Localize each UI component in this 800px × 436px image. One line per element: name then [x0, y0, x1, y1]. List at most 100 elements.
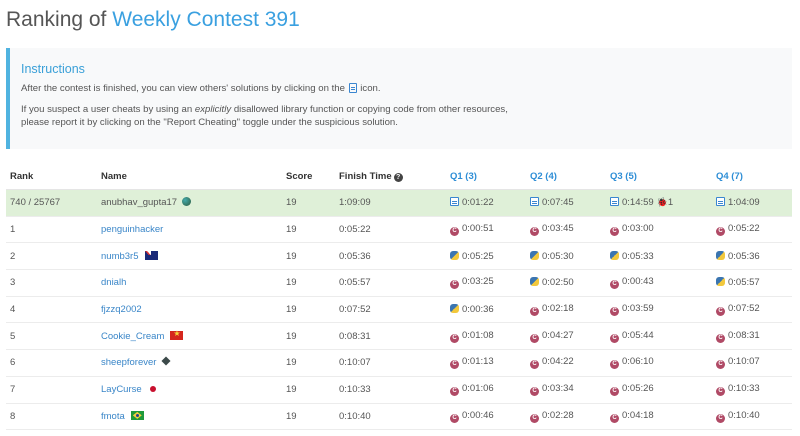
question-cell: 0:05:25	[446, 242, 526, 271]
submission-time: 0:03:00	[622, 223, 654, 235]
python-icon[interactable]	[530, 250, 539, 260]
solution-doc-icon[interactable]	[530, 197, 539, 207]
cpp-icon[interactable]: C	[716, 307, 725, 317]
instructions-line2-after: disallowed library function or copying c…	[233, 104, 508, 115]
question-cell: 0:07:45	[526, 189, 606, 217]
cpp-icon[interactable]: C	[530, 413, 539, 423]
submission-time: 0:04:18	[622, 409, 654, 421]
score-cell: 19	[282, 322, 335, 351]
python-icon[interactable]	[610, 250, 619, 260]
cpp-icon[interactable]: C	[530, 333, 539, 343]
question-cell: 0:01:22	[446, 189, 526, 217]
cpp-icon[interactable]: C	[530, 227, 539, 237]
submission-time: 0:01:13	[462, 356, 494, 368]
solution-doc-icon[interactable]	[716, 197, 725, 207]
submission-time: 0:03:59	[622, 303, 654, 315]
name-cell: numb3r5	[97, 242, 282, 271]
question-cell: C 0:08:31	[712, 322, 792, 351]
python-icon[interactable]	[450, 250, 459, 260]
table-header-row: Rank Name Score Finish Time? Q1 (3) Q2 (…	[6, 163, 792, 190]
contest-name-link[interactable]: Weekly Contest 391	[112, 8, 300, 31]
cpp-icon[interactable]: C	[610, 280, 619, 290]
cpp-icon[interactable]: C	[450, 387, 459, 397]
cpp-icon[interactable]: C	[610, 413, 619, 423]
question-cell: C 0:00:51	[446, 216, 526, 244]
finish-time-cell: 0:07:52	[335, 296, 446, 324]
cpp-icon[interactable]: C	[530, 307, 539, 317]
user-name-link[interactable]: penguinhacker	[101, 224, 163, 235]
cpp-icon[interactable]: C	[610, 387, 619, 397]
cpp-icon[interactable]: C	[450, 360, 459, 370]
submission-time: 0:01:06	[462, 383, 494, 395]
instructions-heading: Instructions	[21, 62, 85, 76]
user-name-link[interactable]: LayCurse	[101, 384, 142, 395]
header-q1-link[interactable]: Q1 (3)	[446, 163, 526, 190]
submission-time: 0:08:31	[728, 329, 760, 341]
name-cell: sheepforever	[97, 349, 282, 377]
question-cell: C 0:10:33	[712, 376, 792, 404]
submission-time: 0:07:45	[542, 197, 574, 209]
cpp-icon[interactable]: C	[450, 333, 459, 343]
user-name-link[interactable]: Cookie_Cream	[101, 331, 164, 342]
question-cell: 1:04:09	[712, 189, 792, 217]
header-q4-link[interactable]: Q4 (7)	[712, 163, 792, 190]
header-finish-time: Finish Time?	[335, 163, 446, 190]
user-name-link[interactable]: anubhav_gupta17	[101, 197, 177, 208]
table-row: 1 penguinhacker 19 0:05:22 C 0:00:51 C 0:03:45 C…	[6, 216, 792, 244]
cpp-icon[interactable]: C	[450, 413, 459, 423]
user-name-link[interactable]: fmota	[101, 411, 125, 422]
score-cell: 19	[282, 376, 335, 404]
question-cell: 0:00:36	[446, 296, 526, 324]
instructions-line2-em: explicitly	[194, 104, 232, 115]
header-q2-link[interactable]: Q2 (4)	[526, 163, 606, 190]
submission-time: 0:10:33	[728, 383, 760, 395]
submission-time: 0:05:33	[622, 250, 654, 262]
python-icon[interactable]	[716, 277, 725, 287]
question-circle-icon[interactable]: ?	[393, 172, 403, 182]
finish-time-cell: 0:10:40	[335, 403, 446, 431]
question-cell: C 0:05:44	[606, 322, 712, 351]
solution-doc-icon[interactable]	[610, 197, 619, 207]
score-cell: 19	[282, 242, 335, 271]
cpp-icon[interactable]: C	[610, 227, 619, 237]
report-count: 1	[667, 197, 674, 209]
submission-time: 0:02:50	[542, 277, 574, 289]
python-icon[interactable]	[530, 277, 539, 287]
cpp-icon[interactable]: C	[716, 413, 725, 423]
cpp-icon[interactable]: C	[530, 360, 539, 370]
cpp-icon[interactable]: C	[610, 360, 619, 370]
question-cell: C 0:03:59	[606, 296, 712, 324]
cpp-icon[interactable]: C	[716, 227, 725, 237]
cpp-icon[interactable]: C	[716, 360, 725, 370]
submission-time: 0:03:34	[542, 383, 574, 395]
python-icon[interactable]	[716, 250, 725, 260]
user-name-link[interactable]: fjzzq2002	[101, 304, 142, 315]
cpp-icon[interactable]: C	[450, 227, 459, 237]
submission-time: 0:05:36	[728, 250, 760, 262]
user-name-link[interactable]: dnialh	[101, 277, 126, 288]
cpp-icon[interactable]: C	[450, 280, 459, 290]
cpp-icon[interactable]: C	[716, 333, 725, 343]
cpp-icon[interactable]: C	[610, 333, 619, 343]
question-cell: 0:02:50	[526, 269, 606, 297]
cpp-icon[interactable]: C	[610, 307, 619, 317]
title-prefix: Ranking of	[6, 8, 107, 31]
header-q3-link[interactable]: Q3 (5)	[606, 163, 712, 190]
submission-time: 0:05:44	[622, 329, 654, 341]
rank-cell: 7	[6, 376, 97, 404]
table-row: 7 LayCurse 19 0:10:33 C 0:01:06 C 0:03:34 C 0:05:…	[6, 376, 792, 404]
score-cell: 19	[282, 216, 335, 244]
submission-time: 0:02:18	[542, 303, 574, 315]
cpp-icon[interactable]: C	[716, 387, 725, 397]
user-name-link[interactable]: sheepforever	[101, 357, 156, 368]
report-bug-icon[interactable]: 🐞	[657, 197, 668, 207]
solution-doc-icon[interactable]	[450, 197, 459, 207]
rank-cell: 3	[6, 269, 97, 297]
name-cell: fmota	[97, 403, 282, 431]
name-cell: penguinhacker	[97, 216, 282, 244]
score-cell: 19	[282, 189, 335, 217]
python-icon[interactable]	[450, 304, 459, 314]
cpp-icon[interactable]: C	[530, 387, 539, 397]
submission-time: 0:05:25	[462, 250, 494, 262]
user-name-link[interactable]: numb3r5	[101, 251, 139, 262]
